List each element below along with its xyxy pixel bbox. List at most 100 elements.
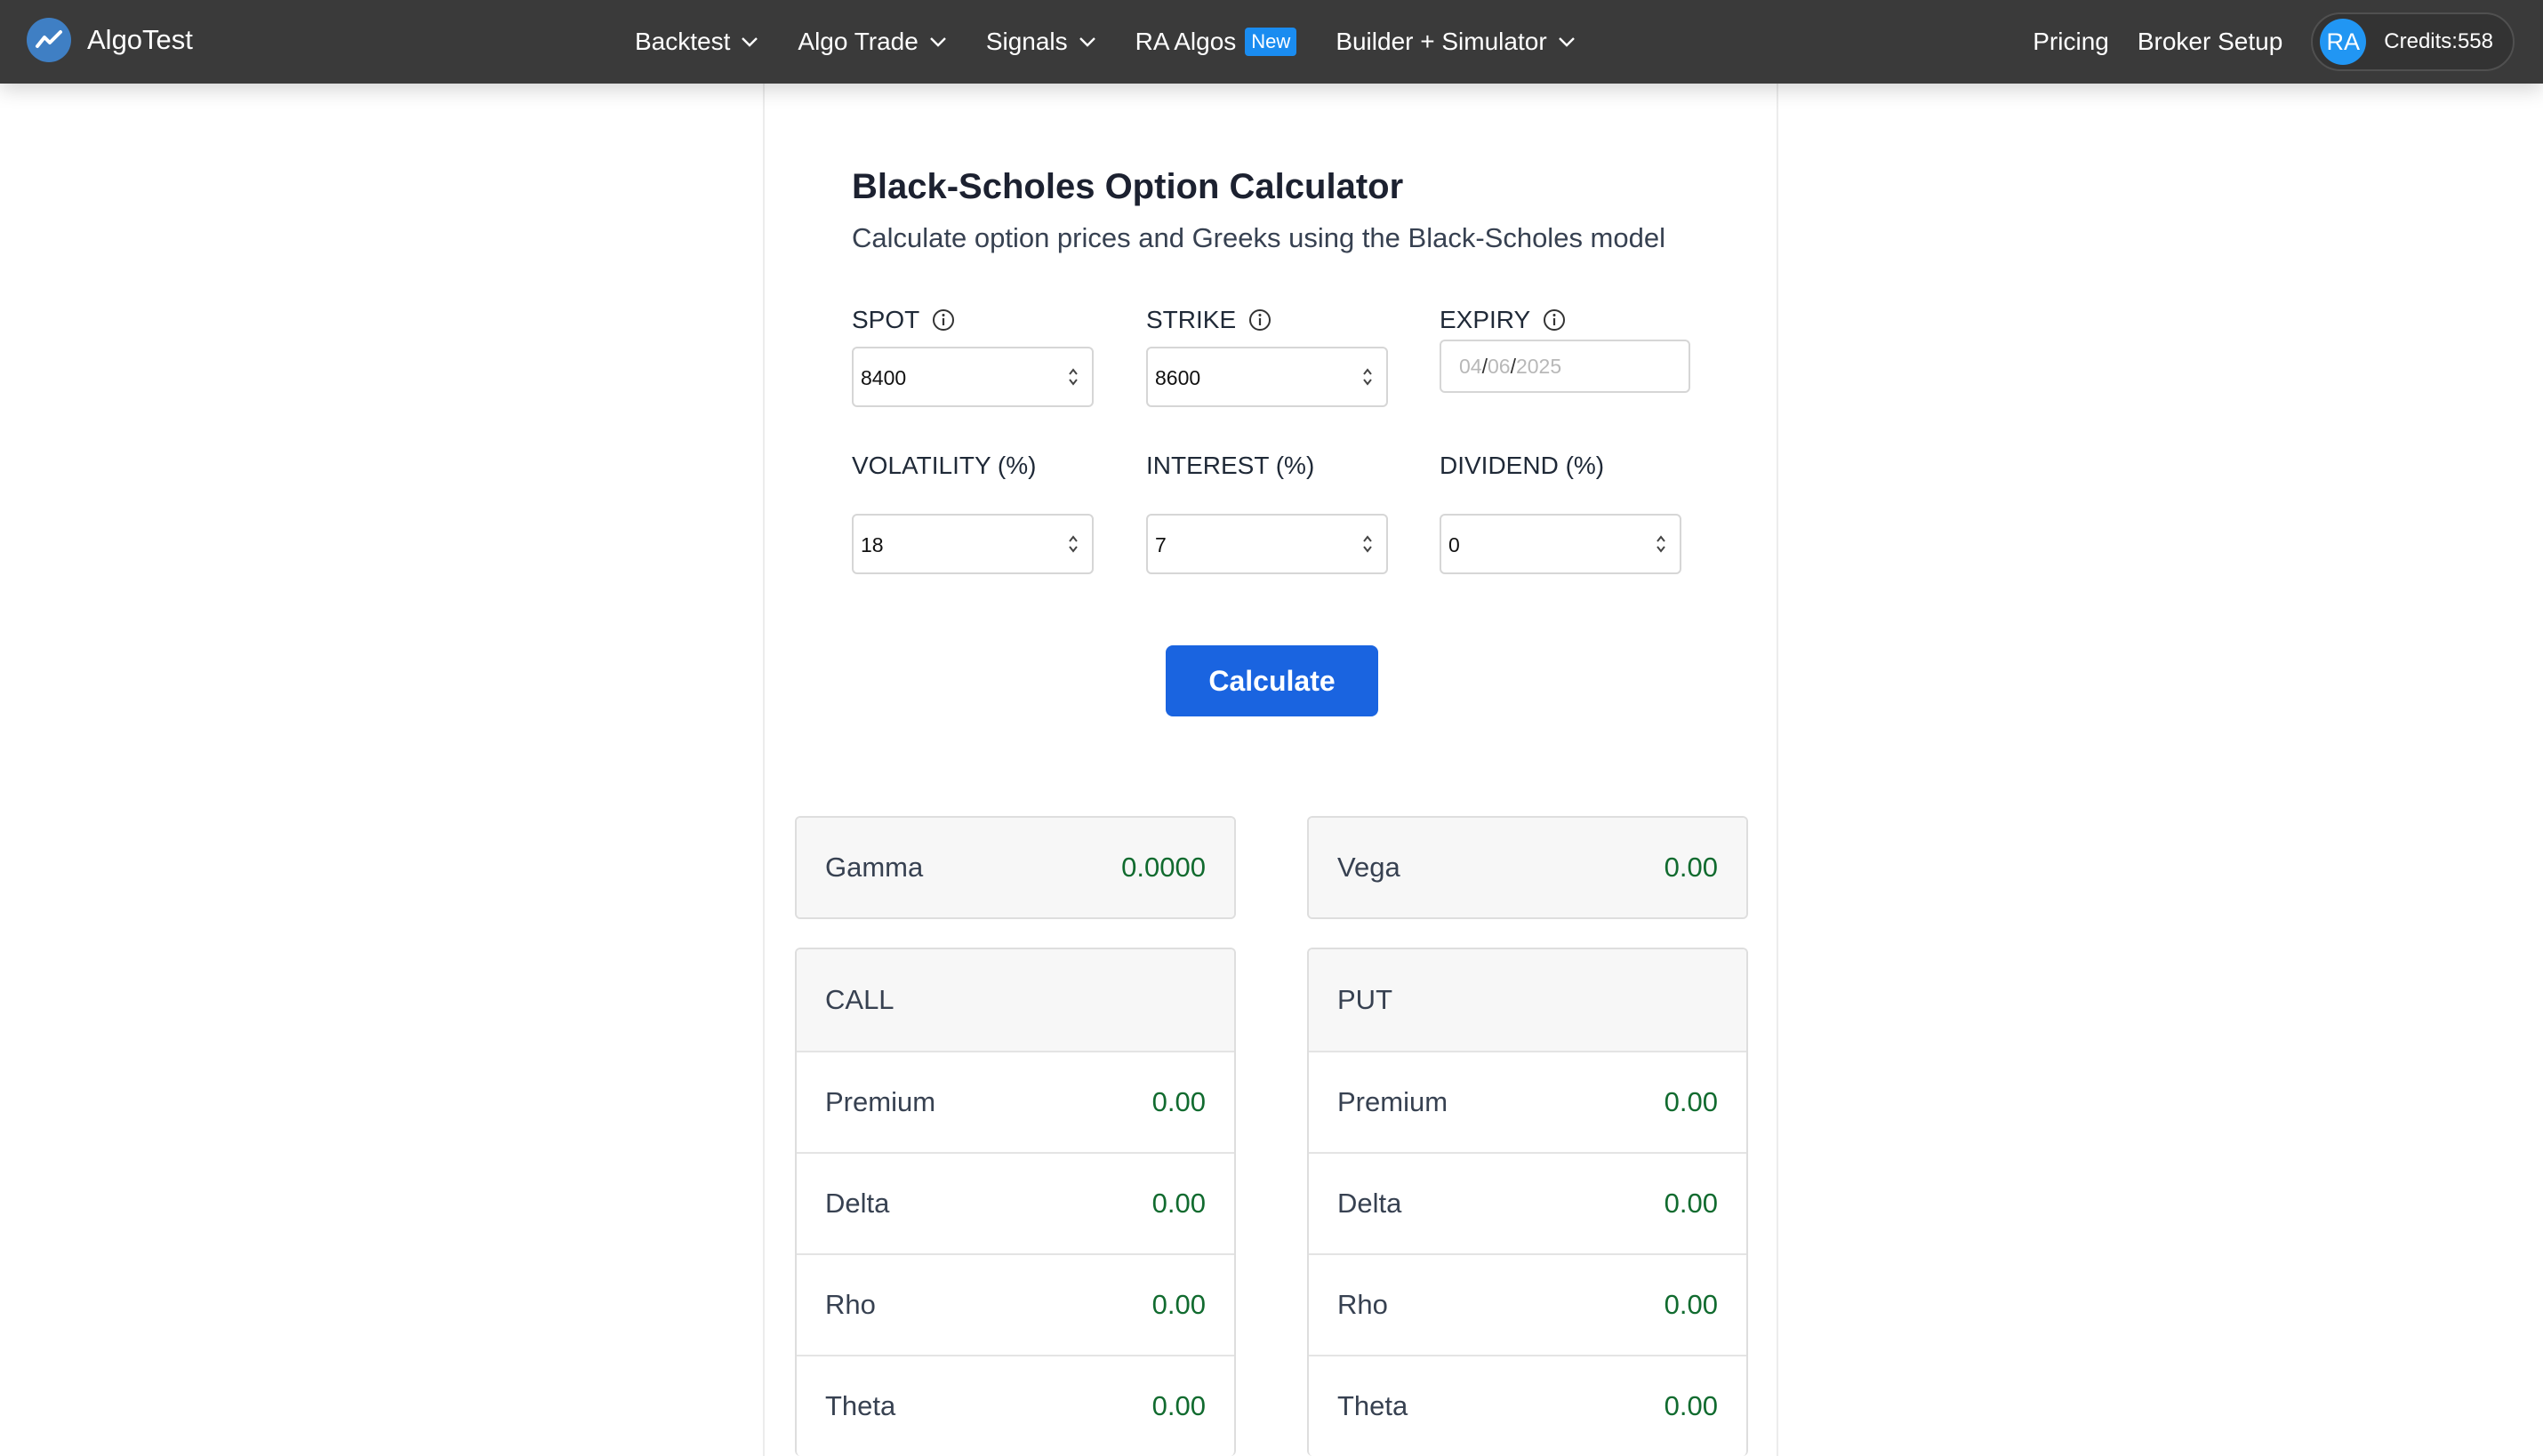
- volatility-label-text: VOLATILITY (%): [852, 452, 1037, 479]
- put-theta-row: Theta 0.00: [1309, 1355, 1746, 1456]
- dividend-input[interactable]: [1440, 514, 1681, 574]
- strike-label: STRIKE: [1146, 306, 1272, 334]
- call-delta-value: 0.00: [1151, 1188, 1206, 1219]
- stepper-icon[interactable]: [1067, 532, 1079, 556]
- spot-input[interactable]: [852, 347, 1094, 407]
- expiry-label-text: EXPIRY: [1440, 306, 1531, 333]
- call-delta-row: Delta 0.00: [797, 1152, 1234, 1253]
- interest-input[interactable]: [1146, 514, 1388, 574]
- nav-builder-simulator-label: Builder + Simulator: [1336, 28, 1547, 55]
- top-navbar: AlgoTest Backtest Algo Trade Signals RA …: [0, 0, 2543, 84]
- info-icon[interactable]: [1543, 308, 1566, 332]
- expiry-year: 2025: [1515, 355, 1562, 378]
- call-rho-value: 0.00: [1151, 1289, 1206, 1320]
- interest-label-text: INTEREST (%): [1146, 452, 1315, 479]
- chevron-down-icon: [929, 37, 946, 47]
- vega-value: 0.00: [1664, 852, 1718, 883]
- stepper-icon[interactable]: [1361, 364, 1374, 389]
- put-rho-label: Rho: [1337, 1289, 1388, 1320]
- put-delta-row: Delta 0.00: [1309, 1152, 1746, 1253]
- nav-signals[interactable]: Signals: [986, 28, 1096, 56]
- strike-input-field[interactable]: [1155, 366, 1333, 390]
- put-delta-value: 0.00: [1664, 1188, 1718, 1219]
- nav-algo-trade[interactable]: Algo Trade: [798, 28, 946, 56]
- spot-input-field[interactable]: [861, 366, 1039, 390]
- stepper-icon[interactable]: [1361, 532, 1374, 556]
- gamma-row: Gamma 0.0000: [797, 818, 1234, 917]
- expiry-month: 06: [1487, 355, 1511, 378]
- chevron-down-icon: [1558, 37, 1575, 47]
- dividend-label-text: DIVIDEND (%): [1440, 452, 1605, 479]
- put-theta-label: Theta: [1337, 1390, 1408, 1421]
- call-rho-row: Rho 0.00: [797, 1253, 1234, 1355]
- algotest-logo-icon: [27, 18, 71, 62]
- calculate-button[interactable]: Calculate: [1166, 645, 1378, 716]
- expiry-day: 04: [1459, 355, 1482, 378]
- call-box: CALL Premium 0.00 Delta 0.00 Rho 0.00 Th…: [795, 948, 1236, 1456]
- nav-broker-setup[interactable]: Broker Setup: [2138, 28, 2282, 56]
- chevron-down-icon: [742, 37, 758, 47]
- nav-backtest[interactable]: Backtest: [635, 28, 758, 56]
- brand[interactable]: AlgoTest: [27, 18, 193, 62]
- nav-builder-simulator[interactable]: Builder + Simulator: [1336, 28, 1575, 56]
- page-subtitle: Calculate option prices and Greeks using…: [852, 222, 1665, 253]
- expiry-date-input[interactable]: 04/06/2025: [1440, 340, 1690, 393]
- call-premium-row: Premium 0.00: [797, 1051, 1234, 1152]
- put-delta-label: Delta: [1337, 1188, 1402, 1219]
- interest-label: INTEREST (%): [1146, 452, 1314, 480]
- expiry-label: EXPIRY: [1440, 306, 1566, 334]
- spot-label: SPOT: [852, 306, 955, 334]
- nav-ra-algos[interactable]: RA Algos New: [1135, 28, 1297, 56]
- account-credits-button[interactable]: RA Credits:558: [2311, 12, 2515, 71]
- put-header: PUT: [1309, 949, 1746, 1051]
- nav-backtest-label: Backtest: [635, 28, 731, 55]
- vega-box: Vega 0.00: [1307, 816, 1748, 919]
- put-theta-value: 0.00: [1664, 1390, 1718, 1421]
- call-header: CALL: [797, 949, 1234, 1051]
- gamma-label: Gamma: [825, 852, 924, 883]
- gamma-value: 0.0000: [1121, 852, 1206, 883]
- call-delta-label: Delta: [825, 1188, 890, 1219]
- stepper-icon[interactable]: [1067, 364, 1079, 389]
- put-rho-value: 0.00: [1664, 1289, 1718, 1320]
- put-premium-label: Premium: [1337, 1086, 1448, 1117]
- put-premium-row: Premium 0.00: [1309, 1051, 1746, 1152]
- call-theta-row: Theta 0.00: [797, 1355, 1234, 1456]
- put-rho-row: Rho 0.00: [1309, 1253, 1746, 1355]
- new-badge: New: [1245, 28, 1297, 56]
- stepper-icon[interactable]: [1655, 532, 1667, 556]
- spot-label-text: SPOT: [852, 306, 920, 333]
- call-premium-label: Premium: [825, 1086, 936, 1117]
- volatility-input[interactable]: [852, 514, 1094, 574]
- volatility-label: VOLATILITY (%): [852, 452, 1036, 480]
- page-title: Black-Scholes Option Calculator: [852, 167, 1404, 206]
- volatility-input-field[interactable]: [861, 533, 1039, 557]
- info-icon[interactable]: [1248, 308, 1272, 332]
- interest-input-field[interactable]: [1155, 533, 1333, 557]
- call-rho-label: Rho: [825, 1289, 876, 1320]
- gamma-box: Gamma 0.0000: [795, 816, 1236, 919]
- dividend-input-field[interactable]: [1448, 533, 1626, 557]
- put-header-label: PUT: [1337, 984, 1392, 1015]
- vega-label: Vega: [1337, 852, 1400, 883]
- avatar: RA: [2320, 19, 2367, 65]
- call-theta-label: Theta: [825, 1390, 896, 1421]
- vega-row: Vega 0.00: [1309, 818, 1746, 917]
- call-premium-value: 0.00: [1151, 1086, 1206, 1117]
- main-nav: Backtest Algo Trade Signals RA Algos New…: [635, 0, 1615, 84]
- put-premium-value: 0.00: [1664, 1086, 1718, 1117]
- credits-count: Credits:558: [2384, 29, 2493, 53]
- call-theta-value: 0.00: [1151, 1390, 1206, 1421]
- chevron-down-icon: [1079, 37, 1095, 47]
- brand-name: AlgoTest: [87, 24, 193, 55]
- strike-label-text: STRIKE: [1146, 306, 1237, 333]
- nav-signals-label: Signals: [985, 28, 1068, 55]
- nav-pricing[interactable]: Pricing: [2033, 28, 2109, 56]
- call-header-label: CALL: [825, 984, 894, 1015]
- put-box: PUT Premium 0.00 Delta 0.00 Rho 0.00 The…: [1307, 948, 1748, 1456]
- info-icon[interactable]: [932, 308, 955, 332]
- dividend-label: DIVIDEND (%): [1440, 452, 1604, 480]
- nav-right: Pricing Broker Setup RA Credits:558: [2033, 0, 2515, 84]
- nav-algo-trade-label: Algo Trade: [798, 28, 919, 55]
- strike-input[interactable]: [1146, 347, 1388, 407]
